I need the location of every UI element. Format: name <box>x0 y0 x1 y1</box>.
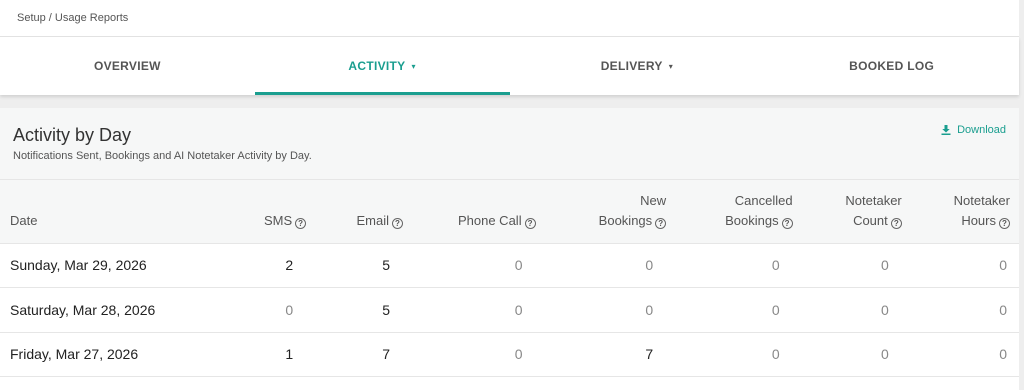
cell-phone-call: 0 <box>409 287 542 333</box>
column-header-notetaker-hours[interactable]: Notetaker Hours? <box>907 180 1019 244</box>
cell-new-bookings: 0 <box>541 287 673 333</box>
cell-notetaker-count: 0 <box>798 243 908 288</box>
tab-activity[interactable]: ACTIVITY ▾ <box>254 37 510 95</box>
breadcrumb[interactable]: Setup / Usage Reports <box>0 0 1019 37</box>
column-label: Count <box>853 213 888 229</box>
column-header-phone-call[interactable]: Phone Call? <box>409 180 542 244</box>
table-row: Sunday, Mar 29, 2026 2 5 0 0 0 0 0 <box>0 243 1019 288</box>
column-header-date[interactable]: Date <box>0 180 204 244</box>
cell-phone-call: 0 <box>409 243 542 288</box>
cell-new-bookings: 0 <box>541 243 673 288</box>
help-icon[interactable]: ? <box>781 218 793 230</box>
cell-notetaker-hours: 0 <box>907 287 1019 333</box>
column-label: Date <box>10 213 38 229</box>
column-label: Bookings <box>598 213 653 229</box>
cell-phone-call: 0 <box>409 332 542 377</box>
column-label-line1: New <box>640 193 667 209</box>
cell-cancelled-bookings: 0 <box>672 287 799 333</box>
activity-table: Date SMS? Email? Phone Call? New Booking… <box>0 180 1019 377</box>
cell-email: 5 <box>312 243 409 288</box>
column-label-line1: Cancelled <box>734 193 793 209</box>
cell-email: 7 <box>312 332 409 377</box>
help-icon[interactable]: ? <box>655 218 667 230</box>
table-header-row: Date SMS? Email? Phone Call? New Booking… <box>0 180 1019 244</box>
download-label: Download <box>957 124 1006 136</box>
column-label: Email <box>356 213 389 229</box>
help-icon[interactable]: ? <box>999 218 1010 230</box>
column-header-sms[interactable]: SMS? <box>204 180 313 244</box>
download-icon <box>941 125 951 135</box>
table-row: Saturday, Mar 28, 2026 0 5 0 0 0 0 0 <box>0 287 1019 333</box>
cell-cancelled-bookings: 0 <box>672 243 799 288</box>
help-icon[interactable]: ? <box>890 218 902 230</box>
cell-notetaker-hours: 0 <box>907 332 1019 377</box>
cell-date: Friday, Mar 27, 2026 <box>0 332 204 377</box>
caret-down-icon: ▾ <box>668 61 674 71</box>
table-row: Friday, Mar 27, 2026 1 7 0 7 0 0 0 <box>0 332 1019 377</box>
column-label: SMS <box>263 213 293 229</box>
cell-notetaker-count: 0 <box>798 287 908 333</box>
help-icon[interactable]: ? <box>392 218 403 230</box>
tab-booked-log[interactable]: BOOKED LOG <box>764 37 1019 95</box>
column-label: Hours <box>961 213 996 229</box>
card-title: Activity by Day <box>13 125 132 145</box>
caret-down-icon: ▾ <box>411 61 416 71</box>
cell-sms: 1 <box>204 332 313 377</box>
column-header-new-bookings[interactable]: New Bookings? <box>541 180 673 244</box>
tab-label: OVERVIEW <box>93 59 161 73</box>
column-label-line1: Notetaker <box>953 193 1010 209</box>
cell-date: Saturday, Mar 28, 2026 <box>0 287 204 333</box>
activity-card: Activity by Day Notifications Sent, Book… <box>0 108 1019 390</box>
card-subtitle: Notifications Sent, Bookings and AI Note… <box>13 150 312 162</box>
tab-overview[interactable]: OVERVIEW <box>0 37 255 95</box>
tab-label: ACTIVITY <box>348 59 406 73</box>
tab-label: DELIVERY <box>600 59 663 73</box>
column-header-cancelled-bookings[interactable]: Cancelled Bookings? <box>672 180 799 244</box>
cell-cancelled-bookings: 0 <box>672 332 799 377</box>
column-label-line1: Notetaker <box>845 193 902 209</box>
tab-label: BOOKED LOG <box>849 59 935 73</box>
column-label: Bookings <box>725 213 779 229</box>
tab-bar: OVERVIEW ACTIVITY ▾ DELIVERY ▾ BOOKED LO… <box>0 37 1019 95</box>
column-header-email[interactable]: Email? <box>312 180 409 244</box>
cell-notetaker-hours: 0 <box>907 243 1019 288</box>
download-button[interactable]: Download <box>941 124 1006 136</box>
cell-date: Sunday, Mar 29, 2026 <box>0 243 204 288</box>
cell-new-bookings: 7 <box>541 332 673 377</box>
cell-email: 5 <box>312 287 409 333</box>
help-icon[interactable]: ? <box>295 218 307 230</box>
tab-delivery[interactable]: DELIVERY ▾ <box>510 37 765 95</box>
card-header: Activity by Day Notifications Sent, Book… <box>0 108 1019 180</box>
cell-sms: 0 <box>204 287 313 333</box>
cell-sms: 2 <box>204 243 313 288</box>
help-icon[interactable]: ? <box>524 218 536 230</box>
cell-notetaker-count: 0 <box>798 332 908 377</box>
column-label: Phone Call <box>457 213 522 229</box>
column-header-notetaker-count[interactable]: Notetaker Count? <box>798 180 908 244</box>
